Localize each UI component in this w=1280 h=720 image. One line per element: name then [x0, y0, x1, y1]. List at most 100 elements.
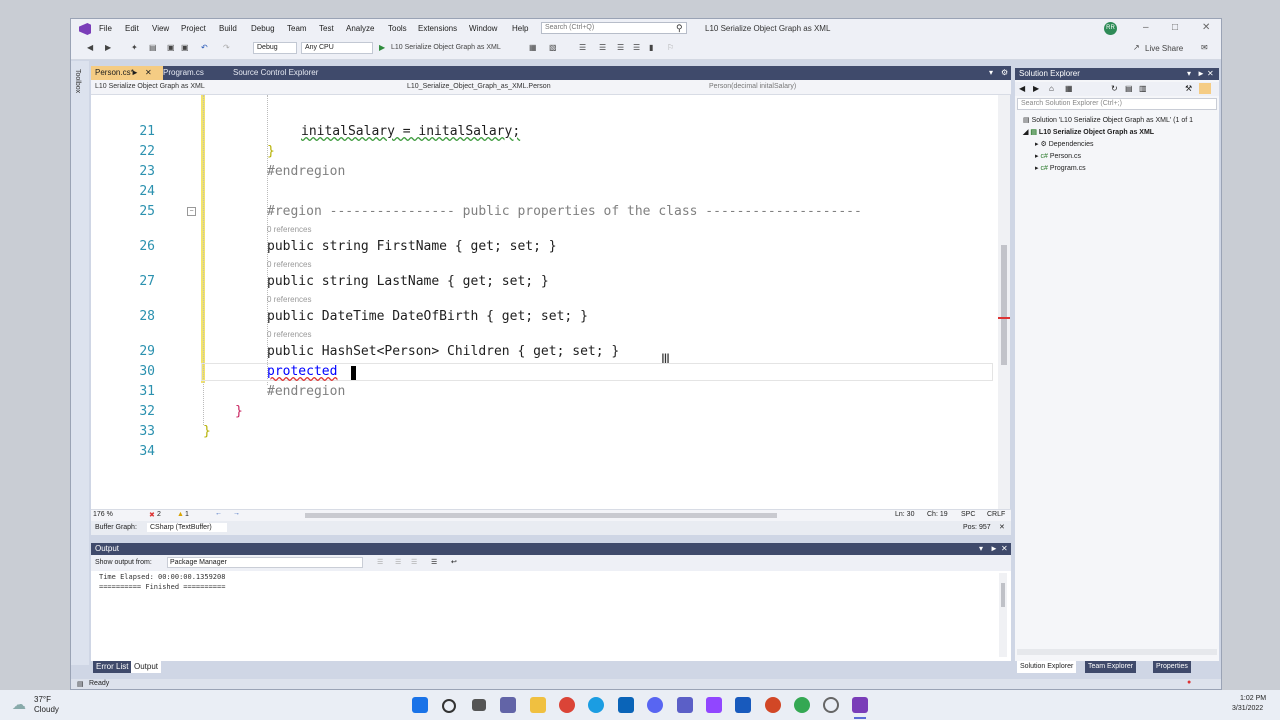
menu-tools[interactable]: Tools: [388, 24, 407, 33]
solution-node[interactable]: ▤ Solution 'L10 Serialize Object Graph a…: [1023, 116, 1193, 124]
menu-analyze[interactable]: Analyze: [346, 24, 374, 33]
menu-file[interactable]: File: [99, 24, 112, 33]
weather-icon[interactable]: ☁: [12, 696, 26, 713]
close-buffer-icon[interactable]: ✕: [999, 523, 1005, 531]
se-dropdown-icon[interactable]: ▾: [1187, 68, 1191, 80]
refresh-icon[interactable]: ↻: [1111, 84, 1118, 93]
menu-test[interactable]: Test: [319, 24, 334, 33]
toolbar-icon-e[interactable]: ☰: [617, 43, 624, 52]
output-tool-icon[interactable]: ☰: [395, 558, 401, 566]
forward-icon[interactable]: ▶: [105, 43, 111, 52]
clock-date[interactable]: 3/31/2022: [1232, 705, 1263, 712]
live-share-icon[interactable]: ↗: [1133, 43, 1140, 52]
error-icon[interactable]: ✖: [149, 511, 155, 519]
tab-source-control-explorer[interactable]: Source Control Explorer: [229, 66, 349, 80]
settings-icon[interactable]: ⚙: [1001, 68, 1008, 77]
minimize-button[interactable]: –: [1143, 22, 1149, 33]
output-close-icon[interactable]: ✕: [1001, 543, 1008, 555]
warning-icon[interactable]: ▲: [177, 511, 184, 518]
menu-build[interactable]: Build: [219, 24, 237, 33]
output-tool-icon[interactable]: ☰: [377, 558, 383, 566]
start-icon[interactable]: ▶: [379, 43, 385, 52]
expand-icon[interactable]: ▸: [1035, 141, 1039, 148]
configuration-dropdown[interactable]: Debug: [253, 42, 297, 54]
menu-view[interactable]: View: [152, 24, 169, 33]
toolbox-label[interactable]: Toolbox: [74, 69, 81, 93]
home-icon[interactable]: ⌂: [1049, 84, 1054, 93]
word-icon[interactable]: [735, 697, 751, 713]
codelens-references[interactable]: 0 references: [267, 225, 311, 234]
toolbar-icon-a[interactable]: ▦: [529, 43, 537, 52]
search-input[interactable]: Search (Ctrl+Q): [541, 22, 687, 34]
preview-icon[interactable]: [1199, 83, 1211, 94]
menu-extensions[interactable]: Extensions: [418, 24, 457, 33]
nav-forward-icon[interactable]: →: [233, 510, 240, 517]
close-tab-icon[interactable]: ✕: [145, 66, 152, 80]
codelens-references[interactable]: 0 references: [267, 295, 311, 304]
powerpoint-icon[interactable]: [765, 697, 781, 713]
feedback-icon[interactable]: ✉: [1201, 43, 1208, 52]
se-back-icon[interactable]: ◀: [1019, 84, 1025, 93]
tab-team-explorer[interactable]: Team Explorer: [1085, 661, 1137, 673]
save-all-icon[interactable]: ▣: [181, 43, 189, 52]
pin-icon[interactable]: ►: [131, 66, 139, 80]
se-tool-icon[interactable]: ▦: [1065, 84, 1073, 93]
project-nav-dropdown[interactable]: L10 Serialize Object Graph as XML: [95, 82, 385, 92]
notification-icon[interactable]: ●: [1187, 679, 1191, 686]
expand-icon[interactable]: ▸: [1035, 153, 1039, 160]
codelens-references[interactable]: 0 references: [267, 330, 311, 339]
chrome-icon[interactable]: [559, 697, 575, 713]
tab-error-list[interactable]: Error List: [93, 661, 132, 673]
search-icon[interactable]: ⚲: [676, 23, 683, 34]
collapse-all-icon[interactable]: ▤: [1125, 84, 1133, 93]
expand-icon[interactable]: ◢: [1023, 129, 1028, 136]
new-project-icon[interactable]: ✦: [131, 43, 138, 52]
warning-count[interactable]: 1: [185, 511, 189, 518]
output-tool-icon[interactable]: ☰: [411, 558, 417, 566]
tab-properties[interactable]: Properties: [1153, 661, 1191, 673]
properties-wrench-icon[interactable]: ⚒: [1185, 84, 1192, 93]
zoom-level[interactable]: 176 %: [93, 511, 113, 518]
visual-studio-taskbar-icon[interactable]: [852, 697, 868, 713]
tab-program-cs[interactable]: Program.cs: [159, 66, 223, 80]
weather-condition[interactable]: Cloudy: [34, 705, 59, 714]
nav-back-icon[interactable]: ←: [215, 510, 222, 517]
se-forward-icon[interactable]: ▶: [1033, 84, 1039, 93]
back-icon[interactable]: ◀: [87, 43, 93, 52]
clock-time[interactable]: 1:02 PM: [1240, 695, 1266, 702]
weather-temp[interactable]: 37°F: [34, 695, 51, 704]
error-count[interactable]: 2: [157, 511, 161, 518]
bookmark-icon[interactable]: ▮: [649, 43, 653, 52]
expand-icon[interactable]: ▸: [1035, 165, 1039, 172]
project-node[interactable]: ◢ ▤ L10 Serialize Object Graph as XML: [1023, 128, 1154, 136]
tab-person-cs[interactable]: Person.cs* ► ✕: [91, 66, 163, 80]
output-pin-icon[interactable]: ►: [990, 543, 998, 555]
type-nav-dropdown[interactable]: L10_Serialize_Object_Graph_as_XML.Person: [407, 82, 687, 92]
chrome-alt-icon[interactable]: [794, 697, 810, 713]
collapse-region-icon[interactable]: −: [187, 207, 196, 216]
code-editor[interactable]: − 21 initalSalary = initalSalary; 22 } 2…: [91, 95, 998, 509]
editor-vertical-scrollbar[interactable]: [998, 95, 1010, 509]
menu-help[interactable]: Help: [512, 24, 528, 33]
save-icon[interactable]: ▣: [167, 43, 175, 52]
toolbar-icon-f[interactable]: ☰: [633, 43, 640, 52]
output-scrollbar[interactable]: [999, 573, 1007, 657]
tab-output[interactable]: Output: [131, 661, 162, 673]
word-wrap-icon[interactable]: ↩: [451, 558, 457, 566]
se-pin-icon[interactable]: ►: [1197, 68, 1205, 80]
menu-debug[interactable]: Debug: [251, 24, 275, 33]
codelens-references[interactable]: 0 references: [267, 260, 311, 269]
discord-icon[interactable]: [647, 697, 663, 713]
se-horizontal-scrollbar[interactable]: [1017, 649, 1217, 655]
menu-edit[interactable]: Edit: [125, 24, 139, 33]
task-view-icon[interactable]: [472, 699, 486, 711]
toolbar-icon-d[interactable]: ☰: [599, 43, 606, 52]
twitch-icon[interactable]: [706, 697, 722, 713]
open-icon[interactable]: ▤: [149, 43, 157, 52]
toolbar-icon-g[interactable]: ⚐: [667, 43, 674, 52]
tab-solution-explorer[interactable]: Solution Explorer: [1017, 661, 1077, 673]
toolbar-icon-c[interactable]: ☰: [579, 43, 586, 52]
scroll-thumb[interactable]: [1001, 245, 1007, 365]
clear-all-icon[interactable]: ☰: [431, 558, 437, 566]
solution-search-input[interactable]: Search Solution Explorer (Ctrl+;): [1017, 98, 1217, 110]
